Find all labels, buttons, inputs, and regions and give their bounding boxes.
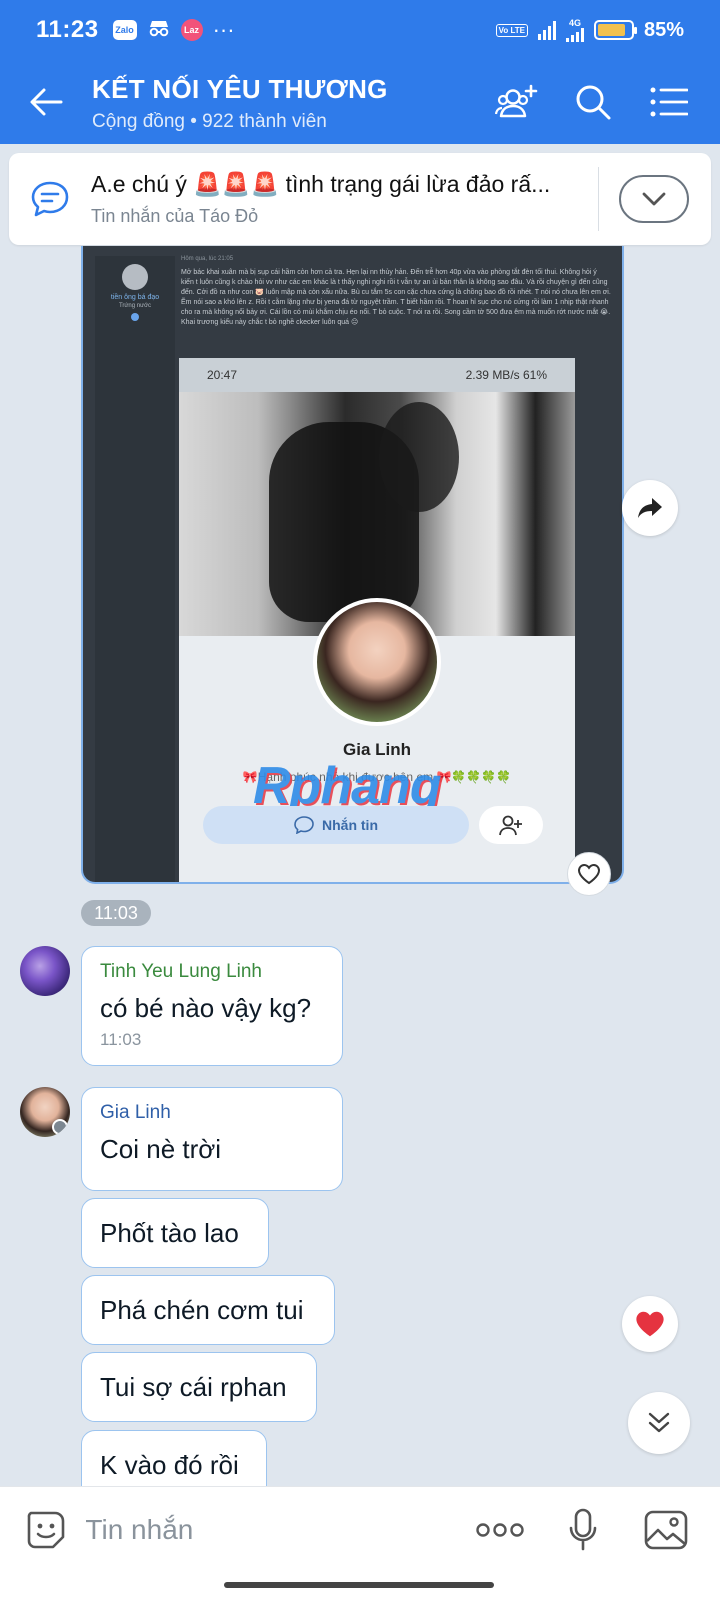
list-menu-icon bbox=[650, 87, 688, 117]
volte-icon: Vo LTE bbox=[495, 23, 528, 37]
zalo-notification-icon: Zalo bbox=[112, 20, 137, 40]
message-text: Phá chén cơm tui bbox=[100, 1294, 304, 1325]
signal-icon bbox=[537, 20, 556, 40]
forum-user-avatar bbox=[122, 264, 148, 290]
scroll-to-bottom-button[interactable] bbox=[628, 1392, 690, 1454]
forum-user-role: Trứng nước bbox=[118, 303, 152, 309]
pinned-message-author: Tin nhắn của Táo Đỏ bbox=[91, 206, 259, 226]
message-bubble[interactable]: Phốt tào lao bbox=[81, 1198, 269, 1268]
system-indicators: Vo LTE 4G 85% bbox=[495, 17, 684, 42]
quick-heart-react-button[interactable] bbox=[622, 1296, 678, 1352]
forum-user-badge bbox=[131, 313, 139, 321]
incognito-icon bbox=[147, 18, 171, 43]
forum-user-panel: tiền ông bá đạo Trứng nước bbox=[95, 256, 175, 882]
image-timestamp: 11:03 bbox=[81, 900, 151, 926]
chat-icon bbox=[294, 816, 314, 834]
embedded-status: 2.39 MB/s 61% bbox=[465, 368, 547, 382]
shared-image-message[interactable]: tiền ông bá đạo Trứng nước Hôm qua, lúc … bbox=[81, 246, 624, 884]
embedded-message-button: Nhắn tin bbox=[203, 806, 469, 844]
message-sender: Gia Linh bbox=[100, 1102, 171, 1123]
message-input-bar bbox=[0, 1486, 720, 1572]
notification-icons: Zalo Laz ··· bbox=[112, 17, 235, 43]
home-indicator[interactable] bbox=[224, 1582, 494, 1588]
heart-outline-icon bbox=[577, 863, 601, 885]
lazada-notification-icon: Laz bbox=[180, 19, 203, 41]
divider bbox=[598, 167, 599, 231]
more-options-button[interactable] bbox=[470, 1505, 529, 1555]
more-dots-icon bbox=[476, 1522, 524, 1537]
battery-percent: 85% bbox=[643, 18, 684, 41]
message-text: Phốt tào lao bbox=[100, 1217, 239, 1248]
message-bubble[interactable]: Tui sợ cái rphan bbox=[81, 1352, 317, 1422]
message-bubble[interactable]: Gia Linh Coi nè trời bbox=[81, 1087, 343, 1191]
message-time: 11:03 bbox=[100, 1030, 142, 1049]
group-member-count: Cộng đồng • 922 thành viên bbox=[92, 110, 327, 132]
double-chevron-down-icon bbox=[648, 1412, 670, 1433]
embedded-message-label: Nhắn tin bbox=[322, 817, 378, 833]
search-button[interactable] bbox=[568, 77, 618, 127]
search-icon bbox=[576, 85, 611, 120]
expand-pinned-button[interactable] bbox=[619, 175, 689, 223]
emoji-button[interactable] bbox=[24, 1508, 67, 1552]
embedded-status-bar: 20:47 2.39 MB/s 61% bbox=[179, 358, 575, 392]
more-notifications-icon: ··· bbox=[212, 17, 235, 42]
add-members-icon bbox=[495, 84, 538, 118]
react-heart-button[interactable] bbox=[567, 852, 611, 896]
pinned-message-text: A.e chú ý 🚨🚨🚨 tình trạng gái lừa đảo rấ.… bbox=[91, 171, 551, 197]
avatar-badge bbox=[52, 1119, 68, 1135]
group-name: KẾT NỐI YÊU THƯƠNG bbox=[92, 73, 388, 104]
chat-bubble-icon bbox=[31, 181, 69, 217]
message-text: có bé nào vậy kg? bbox=[100, 993, 312, 1023]
status-bar: 11:23 Zalo Laz ··· Vo LTE 4G 85% bbox=[0, 0, 720, 60]
image-gallery-icon bbox=[645, 1510, 688, 1549]
message-bubble[interactable]: Phá chén cơm tui bbox=[81, 1275, 335, 1345]
message-text: K vào đó rồi bbox=[100, 1449, 239, 1480]
add-member-button[interactable] bbox=[492, 77, 542, 127]
message-text: Tui sợ cái rphan bbox=[100, 1371, 287, 1402]
network-type: 4G bbox=[568, 17, 581, 28]
message-text: Coi nè trời bbox=[100, 1134, 222, 1164]
forum-user-name: tiền ông bá đạo bbox=[110, 294, 160, 301]
profile-avatar bbox=[313, 598, 441, 726]
menu-button[interactable] bbox=[644, 77, 694, 127]
forward-button[interactable] bbox=[622, 480, 678, 536]
chevron-down-icon bbox=[642, 192, 666, 206]
share-arrow-icon bbox=[638, 498, 662, 518]
embedded-add-friend-button bbox=[479, 806, 543, 844]
pinned-message[interactable]: A.e chú ý 🚨🚨🚨 tình trạng gái lừa đảo rấ.… bbox=[9, 153, 711, 245]
message-sender: Tinh Yeu Lung Linh bbox=[100, 961, 263, 982]
status-time: 11:23 bbox=[36, 16, 99, 43]
heart-filled-icon bbox=[636, 1311, 664, 1337]
back-button[interactable] bbox=[0, 60, 92, 144]
voice-message-button[interactable] bbox=[554, 1505, 613, 1555]
message-bubble[interactable]: Tinh Yeu Lung Linh có bé nào vậy kg? 11:… bbox=[81, 946, 343, 1066]
sticker-emoji-icon bbox=[27, 1511, 65, 1548]
battery-icon bbox=[593, 20, 637, 40]
forum-post: Hôm qua, lúc 21:05 Mở bác khai xuân mà b… bbox=[181, 256, 611, 328]
photo-picker-button[interactable] bbox=[637, 1505, 696, 1555]
forum-post-meta: Hôm qua, lúc 21:05 bbox=[181, 256, 234, 262]
chat-header: KẾT NỐI YÊU THƯƠNG Cộng đồng • 922 thành… bbox=[0, 60, 720, 144]
embedded-time: 20:47 bbox=[207, 368, 238, 382]
signal-4g-icon bbox=[565, 27, 584, 42]
message-input[interactable] bbox=[85, 1513, 447, 1546]
back-arrow-icon bbox=[30, 88, 63, 116]
add-friend-icon bbox=[499, 815, 522, 836]
embedded-phone-screenshot: 20:47 2.39 MB/s 61% Gia Linh 🎀Hạnh phúc … bbox=[179, 358, 575, 882]
microphone-icon bbox=[569, 1508, 597, 1550]
avatar-gia-linh[interactable] bbox=[20, 1087, 70, 1137]
forum-post-text: Mở bác khai xuân mà bị sụp cái hầm còn h… bbox=[181, 269, 611, 326]
group-info[interactable]: KẾT NỐI YÊU THƯƠNG Cộng đồng • 922 thành… bbox=[92, 72, 492, 133]
avatar-tinh-yeu-lung-linh[interactable] bbox=[20, 946, 70, 996]
